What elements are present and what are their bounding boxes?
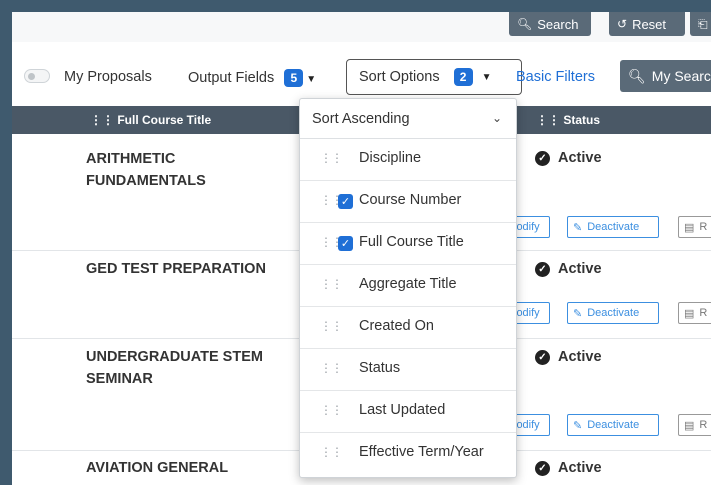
basic-filters-link[interactable]: Basic Filters <box>516 69 595 85</box>
row-3-status: ✓ Active <box>535 349 602 365</box>
sort-options-dropdown: Sort Ascending ⌄ ⋮⋮ Discipline ⋮⋮ ✓ Cour… <box>299 98 517 478</box>
column-header-status[interactable]: ⋮⋮ Status <box>536 113 600 127</box>
document-icon: ▤ <box>684 221 695 234</box>
reset-button[interactable]: ↺ Reset <box>609 12 685 36</box>
sort-field-created-on[interactable]: ⋮⋮ Created On <box>300 307 516 349</box>
report-button[interactable]: ▤ R <box>678 302 711 324</box>
sort-field-label: Effective Term/Year <box>359 444 484 460</box>
sort-field-label: Created On <box>359 318 434 334</box>
column-header-title[interactable]: ⋮⋮ Full Course Title <box>90 113 211 127</box>
search-button-label: Search <box>537 16 579 32</box>
row-3-status-label: Active <box>558 349 602 365</box>
sort-field-aggregate-title[interactable]: ⋮⋮ Aggregate Title <box>300 265 516 307</box>
toolbar: My Proposals Output Fields 5 ▼ Sort Optio… <box>12 56 711 98</box>
sort-field-effective-term-year[interactable]: ⋮⋮ Effective Term/Year <box>300 433 516 475</box>
check-circle-icon: ✓ <box>535 150 550 166</box>
row-1-status-label: Active <box>558 150 602 166</box>
sort-field-last-updated[interactable]: ⋮⋮ Last Updated <box>300 391 516 433</box>
report-button[interactable]: ▤ R <box>678 216 711 238</box>
export-icon: ⎗ <box>698 16 708 31</box>
sort-options-count-badge: 2 <box>453 68 473 86</box>
sort-field-label: Last Updated <box>359 402 446 418</box>
sort-field-label: Aggregate Title <box>359 276 457 292</box>
deactivate-button-label: Deactivate <box>587 307 640 319</box>
drag-handle-icon[interactable]: ⋮⋮ <box>320 277 343 291</box>
search-button[interactable]: 🔍︎ Search <box>509 12 591 36</box>
sort-field-course-number[interactable]: ⋮⋮ ✓ Course Number <box>300 181 516 223</box>
check-circle-icon: ✓ <box>535 261 550 277</box>
row-1-status: ✓ Active <box>535 150 602 166</box>
caret-down-icon: ▼ <box>306 74 317 85</box>
output-fields-label: Output Fields <box>188 70 275 86</box>
export-button[interactable]: ⎗ <box>690 12 711 36</box>
saved-search-icon: 🔍︎ <box>628 67 646 84</box>
sort-field-label: Full Course Title <box>359 234 464 250</box>
report-button[interactable]: ▤ R <box>678 414 711 436</box>
my-proposals-label: My Proposals <box>64 69 152 85</box>
my-proposals-toggle[interactable] <box>24 69 50 83</box>
drag-handle-icon[interactable]: ⋮⋮ <box>320 361 343 375</box>
column-header-status-label: Status <box>563 113 601 127</box>
my-search-label: My Search <box>651 68 711 84</box>
report-button-label: R <box>699 307 708 319</box>
deactivate-button[interactable]: ✎ Deactivate <box>567 216 659 238</box>
modify-button-label: lodify <box>514 419 540 431</box>
sort-options-label: Sort Options <box>359 69 440 85</box>
sort-field-label: Status <box>359 360 401 376</box>
checkbox-checked-icon[interactable]: ✓ <box>338 194 353 209</box>
sort-field-label: Course Number <box>359 192 462 208</box>
modify-button-label: lodify <box>514 221 540 233</box>
sort-field-status[interactable]: ⋮⋮ Status <box>300 349 516 391</box>
document-icon: ▤ <box>684 419 695 432</box>
modify-button-label: lodify <box>514 307 540 319</box>
reset-button-label: Reset <box>632 16 667 32</box>
sort-field-full-course-title[interactable]: ⋮⋮ ✓ Full Course Title <box>300 223 516 265</box>
row-2-status-label: Active <box>558 261 602 277</box>
edit-icon: ✎ <box>573 307 583 320</box>
row-1-title: ARITHMETIC FUNDAMENTALS <box>86 151 206 189</box>
row-4-title: AVIATION GENERAL <box>86 460 229 476</box>
output-fields-count-badge: 5 <box>284 69 304 87</box>
top-strip: 🔍︎ Search ↺ Reset ⎗ <box>12 12 711 42</box>
sort-direction-value: Sort Ascending <box>312 110 410 127</box>
sort-options-button[interactable]: Sort Options 2 ▼ <box>346 59 522 95</box>
toggle-knob <box>28 73 35 80</box>
deactivate-button[interactable]: ✎ Deactivate <box>567 414 659 436</box>
sort-field-label: Discipline <box>359 150 422 166</box>
check-circle-icon: ✓ <box>535 349 550 365</box>
column-header-title-label: Full Course Title <box>117 113 212 127</box>
edit-icon: ✎ <box>573 221 583 234</box>
search-icon: 🔍︎ <box>517 17 533 31</box>
reset-icon: ↺ <box>617 17 628 31</box>
row-4-status-label: Active <box>558 460 602 476</box>
row-2-title: GED TEST PREPARATION <box>86 261 266 277</box>
deactivate-button-label: Deactivate <box>587 221 640 233</box>
report-button-label: R <box>699 221 708 233</box>
drag-handle-icon[interactable]: ⋮⋮ <box>320 445 343 459</box>
deactivate-button[interactable]: ✎ Deactivate <box>567 302 659 324</box>
row-3-title: UNDERGRADUATE STEM SEMINAR <box>86 349 263 387</box>
sort-field-discipline[interactable]: ⋮⋮ Discipline <box>300 139 516 181</box>
deactivate-button-label: Deactivate <box>587 419 640 431</box>
sort-direction-select[interactable]: Sort Ascending ⌄ <box>300 99 516 139</box>
drag-handle-icon[interactable]: ⋮⋮ <box>320 319 343 333</box>
caret-down-icon: ▼ <box>481 71 492 83</box>
row-4-status: ✓ Active <box>535 460 602 476</box>
drag-handle-icon[interactable]: ⋮⋮ <box>320 151 343 165</box>
checkbox-checked-icon[interactable]: ✓ <box>338 236 353 251</box>
drag-handle-icon[interactable]: ⋮⋮ <box>320 403 343 417</box>
output-fields-button[interactable]: Output Fields 5 ▼ <box>188 69 316 87</box>
check-circle-icon: ✓ <box>535 460 550 476</box>
my-search-button[interactable]: 🔍︎ My Search <box>620 60 711 92</box>
document-icon: ▤ <box>684 307 695 320</box>
chevron-down-icon: ⌄ <box>491 111 502 125</box>
row-2-status: ✓ Active <box>535 261 602 277</box>
edit-icon: ✎ <box>573 419 583 432</box>
report-button-label: R <box>699 419 708 431</box>
app-window: 🔍︎ Search ↺ Reset ⎗ My Proposals Output … <box>0 0 711 485</box>
